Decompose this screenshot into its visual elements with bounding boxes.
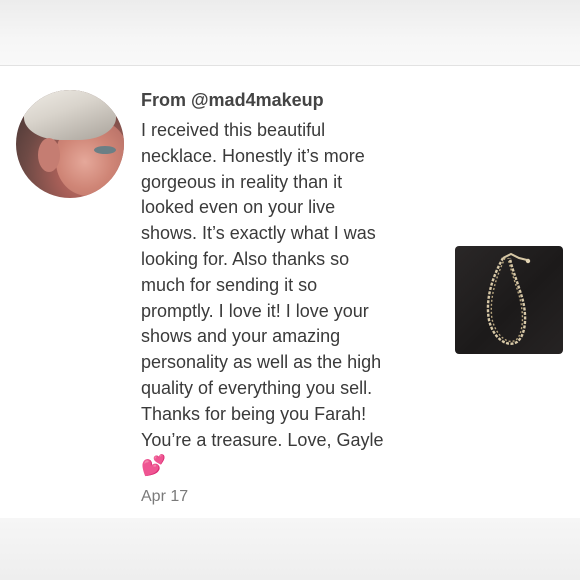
avatar-ear [38, 138, 60, 172]
review-page: From @mad4makeup I received this beautif… [0, 0, 580, 580]
avatar-eye [94, 146, 116, 154]
product-thumbnail[interactable] [455, 246, 563, 354]
review-content: From @mad4makeup I received this beautif… [141, 88, 431, 507]
reviewer-avatar[interactable] [16, 90, 124, 198]
review-message: I received this beautiful necklace. Hone… [141, 120, 384, 450]
review-date: Apr 17 [141, 488, 189, 506]
necklace-icon [486, 252, 531, 345]
bottom-shadow [0, 518, 580, 580]
top-shadow [0, 0, 580, 66]
two-hearts-icon: 💕 [141, 455, 166, 478]
avatar-hair [24, 90, 116, 140]
reviewer-name[interactable]: From @mad4makeup [141, 88, 431, 112]
